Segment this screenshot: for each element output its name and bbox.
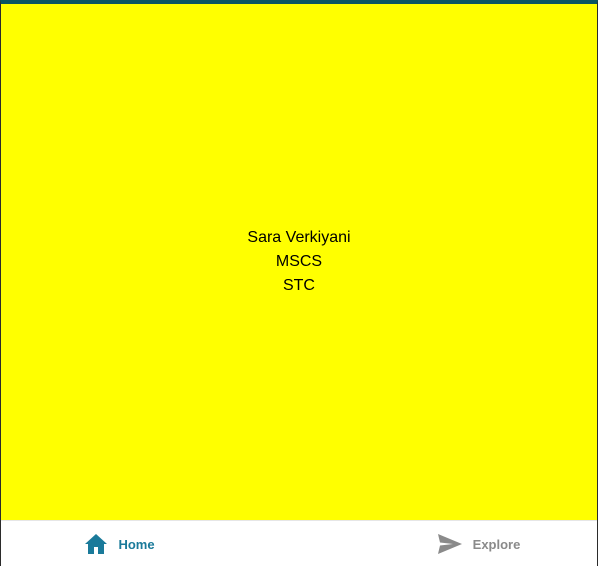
send-icon (437, 533, 463, 555)
main-content: Sara Verkiyani MSCS STC (1, 4, 597, 520)
name-text: Sara Verkiyani (247, 229, 351, 246)
organization-text: STC (282, 277, 315, 294)
degree-text: MSCS (275, 253, 323, 270)
bottom-tab-bar: Home Explore (1, 520, 597, 566)
tab-explore[interactable]: Explore (300, 521, 597, 566)
tab-home[interactable]: Home (1, 521, 300, 566)
tab-explore-label: Explore (472, 536, 521, 552)
tab-home-label: Home (118, 536, 155, 552)
home-icon (84, 533, 108, 555)
profile-text: Sara Verkiyani MSCS STC (247, 226, 350, 298)
app-window: Sara Verkiyani MSCS STC Home Explore (0, 0, 598, 566)
